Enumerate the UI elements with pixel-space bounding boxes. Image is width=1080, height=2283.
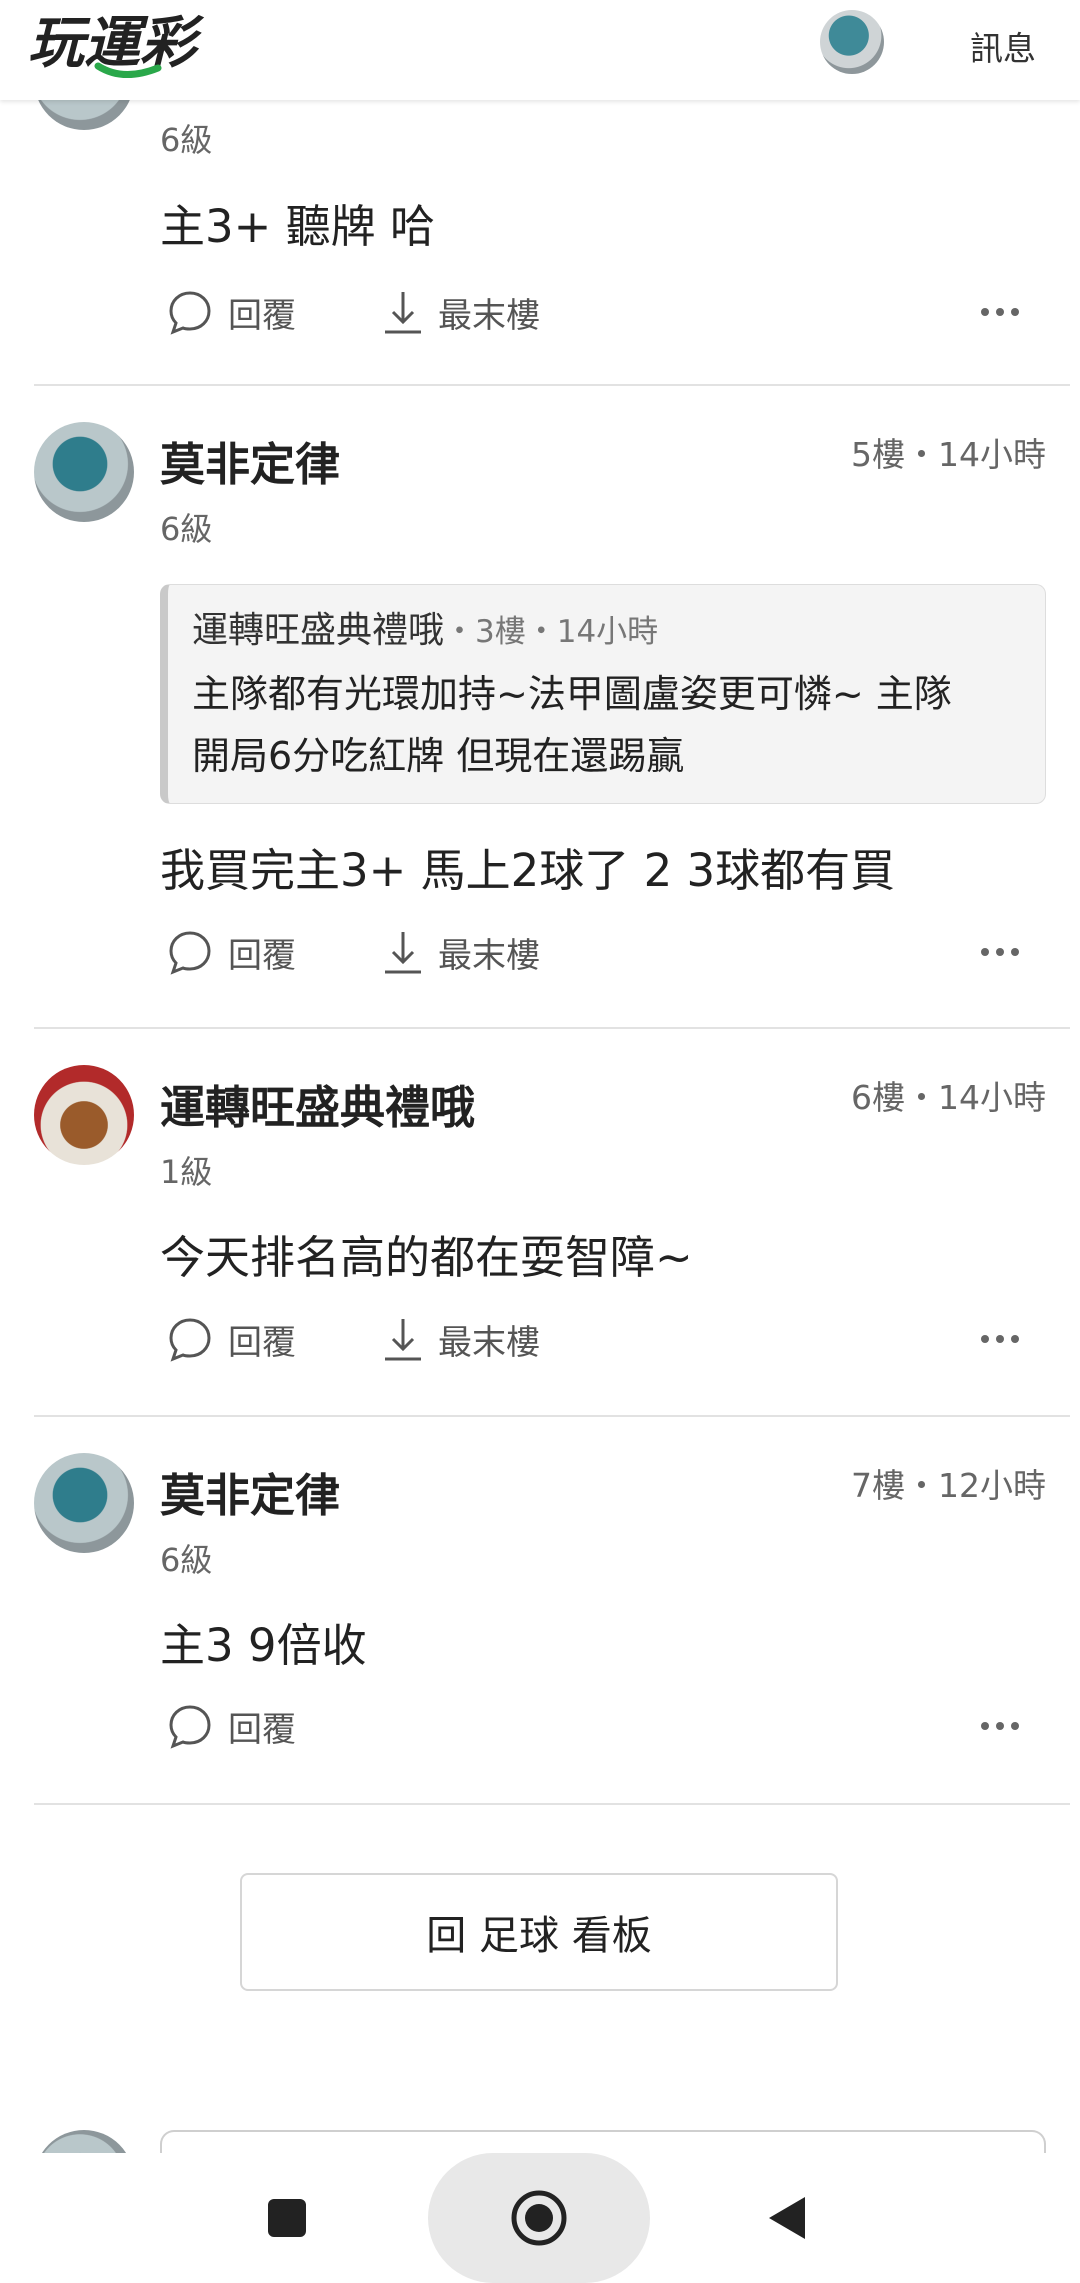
divider xyxy=(34,1415,1070,1417)
post-content: 今天排名高的都在耍智障~ xyxy=(160,1231,693,1284)
username[interactable]: 莫非定律 xyxy=(160,1459,340,1524)
more-icon xyxy=(981,308,1019,316)
post-actions: 回覆 xyxy=(160,1696,1040,1756)
last-floor-label: 最末樓 xyxy=(438,1322,540,1363)
last-floor-label: 最末樓 xyxy=(438,295,540,336)
post-content: 主3 9倍收 xyxy=(160,1619,367,1672)
last-floor-button[interactable]: 最末樓 xyxy=(382,282,540,342)
reply-label: 回覆 xyxy=(228,935,296,976)
home-circle-icon xyxy=(511,2190,567,2246)
top-header: 玩運彩 訊息 xyxy=(0,0,1080,100)
site-logo[interactable]: 玩運彩 xyxy=(28,4,228,84)
username[interactable]: 莫非定律 xyxy=(160,428,340,493)
messages-link[interactable]: 訊息 xyxy=(970,22,1036,70)
quote-line: 主隊都有光環加持~法甲圖盧姿更可憐~ 主隊 xyxy=(192,672,952,716)
post-actions: 回覆 最末樓 xyxy=(160,922,1040,982)
quote-meta: ・3樓・14小時 xyxy=(444,614,659,650)
post-meta: 6樓・14小時 xyxy=(851,1078,1046,1117)
user-level: 6級 xyxy=(160,1541,213,1579)
back-to-board-button[interactable]: 回 足球 看板 xyxy=(240,1873,838,1991)
last-floor-button[interactable]: 最末樓 xyxy=(382,1309,540,1369)
more-options-button[interactable] xyxy=(978,1309,1022,1369)
divider xyxy=(34,384,1070,386)
system-nav-bar xyxy=(0,2153,1080,2283)
more-icon xyxy=(981,1335,1019,1343)
username[interactable]: 運轉旺盛典禮哦 xyxy=(160,1071,475,1136)
reply-button[interactable]: 回覆 xyxy=(166,282,296,342)
comment-icon xyxy=(169,1705,211,1749)
last-floor-button[interactable]: 最末樓 xyxy=(382,922,540,982)
comment-icon xyxy=(169,291,211,335)
avatar[interactable] xyxy=(34,422,134,522)
quote-line: 開局6分吃紅牌 但現在還踢贏 xyxy=(192,734,685,778)
back-button[interactable] xyxy=(752,2183,822,2253)
divider xyxy=(34,1027,1070,1029)
post-actions: 回覆 最末樓 xyxy=(160,282,1040,342)
post-content: 我買完主3+ 馬上2球了 2 3球都有買 xyxy=(160,844,896,897)
post-meta: 7樓・12小時 xyxy=(851,1466,1046,1505)
reply-label: 回覆 xyxy=(228,1322,296,1363)
comment-icon xyxy=(169,931,211,975)
user-level: 6級 xyxy=(160,510,213,548)
user-level: 6級 xyxy=(160,121,213,159)
avatar[interactable] xyxy=(34,1065,134,1165)
reply-button[interactable]: 回覆 xyxy=(166,922,296,982)
square-icon xyxy=(268,2199,306,2237)
quote-block[interactable]: 運轉旺盛典禮哦・3樓・14小時 主隊都有光環加持~法甲圖盧姿更可憐~ 主隊 開局… xyxy=(160,584,1046,804)
last-floor-label: 最末樓 xyxy=(438,935,540,976)
user-avatar[interactable] xyxy=(820,10,884,74)
recents-button[interactable] xyxy=(252,2183,322,2253)
divider xyxy=(34,1803,1070,1805)
more-options-button[interactable] xyxy=(978,282,1022,342)
post-actions: 回覆 最末樓 xyxy=(160,1309,1040,1369)
arrow-down-icon xyxy=(385,1319,421,1361)
more-options-button[interactable] xyxy=(978,1696,1022,1756)
more-icon xyxy=(981,948,1019,956)
arrow-down-icon xyxy=(385,932,421,974)
reply-label: 回覆 xyxy=(228,1709,296,1750)
reply-button[interactable]: 回覆 xyxy=(166,1309,296,1369)
logo-text: 玩運彩 xyxy=(28,11,205,76)
quote-author: 運轉旺盛典禮哦 xyxy=(192,610,445,651)
triangle-back-icon xyxy=(769,2197,805,2239)
comment-icon xyxy=(169,1318,211,1362)
post-content: 主3+ 聽牌 哈 xyxy=(160,200,435,253)
more-options-button[interactable] xyxy=(978,922,1022,982)
reply-label: 回覆 xyxy=(228,295,296,336)
user-level: 1級 xyxy=(160,1153,213,1191)
post-meta: 5樓・14小時 xyxy=(851,435,1046,474)
avatar[interactable] xyxy=(34,1453,134,1553)
arrow-down-icon xyxy=(385,292,421,334)
home-button[interactable] xyxy=(504,2183,574,2253)
more-icon xyxy=(981,1722,1019,1730)
reply-button[interactable]: 回覆 xyxy=(166,1696,296,1756)
